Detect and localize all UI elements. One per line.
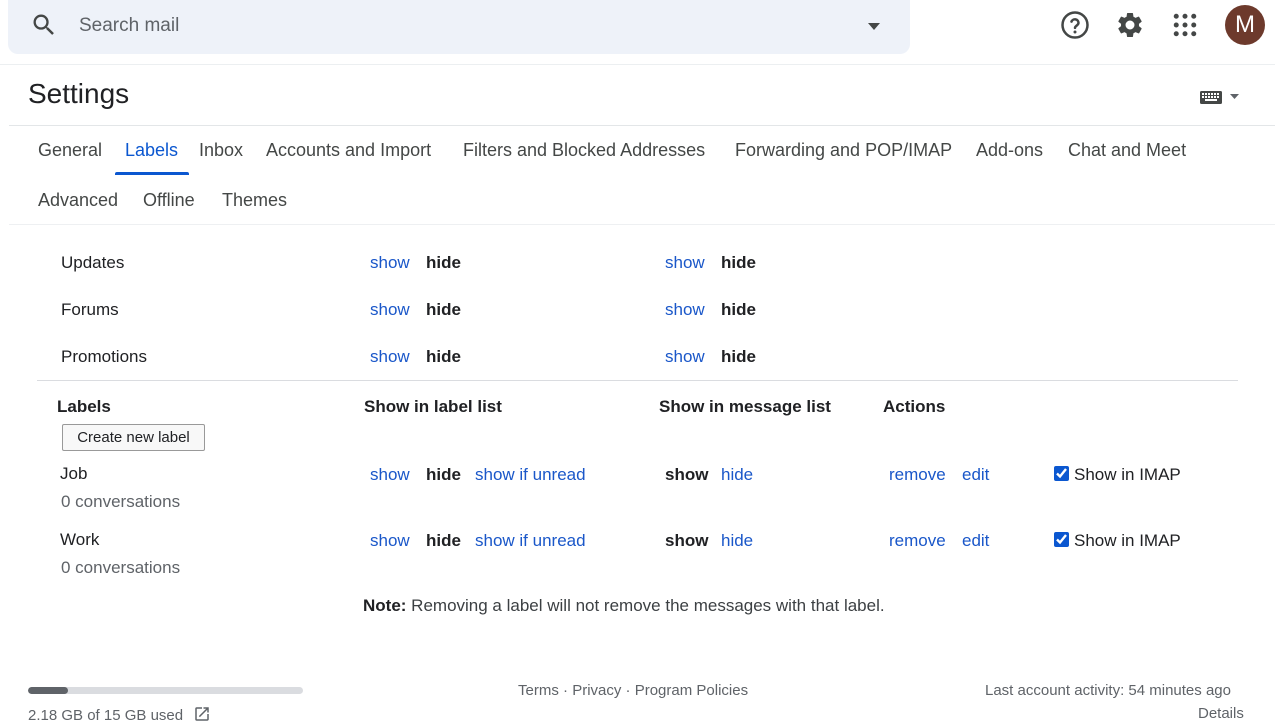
- category-hide-in-message-list-selected: hide: [721, 347, 756, 367]
- show-in-message-list-column-header: Show in message list: [659, 397, 831, 417]
- storage-usage-text: 2.18 GB of 15 GB used: [28, 707, 183, 724]
- tab-inbox[interactable]: Inbox: [199, 140, 243, 161]
- show-in-label-list-column-header: Show in label list: [364, 397, 502, 417]
- tab-offline[interactable]: Offline: [143, 190, 195, 211]
- label-conversation-count: 0 conversations: [61, 558, 180, 578]
- label-remove-link[interactable]: remove: [889, 531, 946, 551]
- category-hide-in-message-list-selected: hide: [721, 253, 756, 273]
- labels-note: Note: Removing a label will not remove t…: [363, 596, 885, 616]
- category-show-in-message-list-link[interactable]: show: [665, 300, 705, 320]
- label-show-if-unread-link[interactable]: show if unread: [475, 531, 586, 551]
- label-show-link[interactable]: show: [370, 531, 410, 551]
- external-link-icon[interactable]: [193, 705, 211, 723]
- label-message-list-show-selected: show: [665, 465, 708, 485]
- label-edit-link[interactable]: edit: [962, 531, 989, 551]
- category-hide-in-label-list-selected: hide: [426, 347, 461, 367]
- section-divider: [37, 380, 1238, 381]
- category-show-in-message-list-link[interactable]: show: [665, 347, 705, 367]
- program-policies-link[interactable]: Program Policies: [635, 682, 748, 699]
- tab-general[interactable]: General: [38, 140, 102, 161]
- label-show-link[interactable]: show: [370, 465, 410, 485]
- category-name: Forums: [61, 300, 119, 320]
- actions-column-header: Actions: [883, 397, 945, 417]
- tab-filters-and-blocked-addresses[interactable]: Filters and Blocked Addresses: [463, 140, 705, 161]
- tab-accounts-and-import[interactable]: Accounts and Import: [266, 140, 431, 161]
- label-message-list-hide-link[interactable]: hide: [721, 531, 753, 551]
- label-message-list-hide-link[interactable]: hide: [721, 465, 753, 485]
- label-edit-link[interactable]: edit: [962, 465, 989, 485]
- label-remove-link[interactable]: remove: [889, 465, 946, 485]
- show-in-imap-label: Show in IMAP: [1074, 465, 1181, 485]
- storage-usage-bar: [28, 687, 303, 694]
- label-hide-selected: hide: [426, 465, 461, 485]
- category-hide-in-label-list-selected: hide: [426, 253, 461, 273]
- search-input[interactable]: [79, 13, 779, 39]
- tab-advanced[interactable]: Advanced: [38, 190, 118, 211]
- label-conversation-count: 0 conversations: [61, 492, 180, 512]
- footer-separator: ·: [559, 682, 572, 699]
- category-hide-in-label-list-selected: hide: [426, 300, 461, 320]
- tabs-divider: [9, 224, 1275, 225]
- show-in-imap-checkbox[interactable]: [1054, 466, 1069, 481]
- apps-grid-icon[interactable]: [1170, 10, 1200, 40]
- privacy-link[interactable]: Privacy: [572, 682, 621, 699]
- details-link[interactable]: Details: [1198, 705, 1244, 722]
- category-show-in-label-list-link[interactable]: show: [370, 347, 410, 367]
- tab-themes[interactable]: Themes: [222, 190, 287, 211]
- category-hide-in-message-list-selected: hide: [721, 300, 756, 320]
- create-new-label-button[interactable]: Create new label: [62, 424, 205, 451]
- page-title: Settings: [28, 78, 129, 110]
- label-name: Work: [60, 530, 99, 550]
- show-in-imap-label: Show in IMAP: [1074, 531, 1181, 551]
- tab-chat-and-meet[interactable]: Chat and Meet: [1068, 140, 1186, 161]
- search-options-dropdown-icon[interactable]: [864, 18, 884, 34]
- category-show-in-label-list-link[interactable]: show: [370, 300, 410, 320]
- storage-usage-fill: [28, 687, 68, 694]
- category-show-in-label-list-link[interactable]: show: [370, 253, 410, 273]
- label-name: Job: [60, 464, 87, 484]
- tab-labels[interactable]: Labels: [125, 140, 178, 161]
- terms-link[interactable]: Terms: [518, 682, 559, 699]
- label-message-list-show-selected: show: [665, 531, 708, 551]
- tab-forwarding-and-pop-imap[interactable]: Forwarding and POP/IMAP: [735, 140, 952, 161]
- category-name: Updates: [61, 253, 124, 273]
- tab-add-ons[interactable]: Add-ons: [976, 140, 1043, 161]
- settings-gear-icon[interactable]: [1115, 10, 1145, 40]
- account-avatar[interactable]: M: [1225, 5, 1265, 45]
- header-divider: [0, 64, 1275, 65]
- active-tab-indicator: [115, 172, 189, 175]
- help-icon[interactable]: [1060, 10, 1090, 40]
- label-show-if-unread-link[interactable]: show if unread: [475, 465, 586, 485]
- footer-links: Terms · Privacy · Program Policies: [518, 682, 748, 699]
- last-account-activity: Last account activity: 54 minutes ago: [985, 682, 1231, 699]
- labels-column-header: Labels: [57, 397, 111, 417]
- input-tools-keyboard-icon[interactable]: [1198, 86, 1244, 108]
- footer-separator: ·: [621, 682, 634, 699]
- storage-usage-row: 2.18 GB of 15 GB used: [28, 705, 211, 724]
- category-name: Promotions: [61, 347, 147, 367]
- show-in-imap-checkbox[interactable]: [1054, 532, 1069, 547]
- category-show-in-message-list-link[interactable]: show: [665, 253, 705, 273]
- note-prefix: Note:: [363, 596, 406, 615]
- label-hide-selected: hide: [426, 531, 461, 551]
- note-text: Removing a label will not remove the mes…: [406, 596, 884, 615]
- title-divider: [9, 125, 1275, 126]
- search-icon[interactable]: [30, 11, 58, 39]
